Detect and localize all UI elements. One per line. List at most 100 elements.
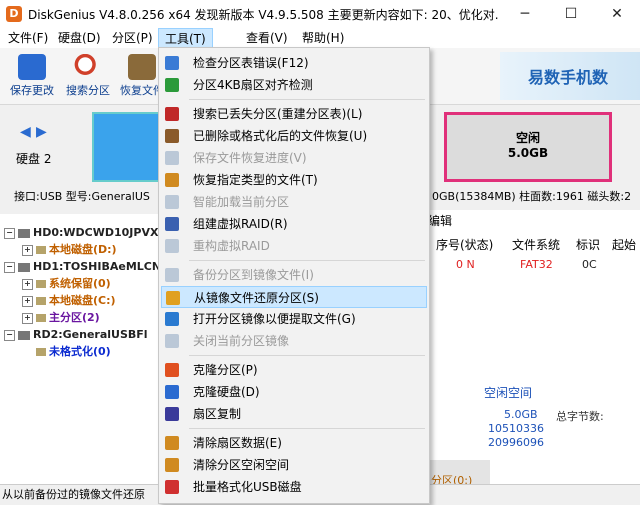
tree-disk-hd1[interactable]: − HD1:TOSHIBAeMLCN	[4, 258, 161, 276]
cell-flag: 0C	[582, 258, 597, 271]
tools-menu-label: 克隆硬盘(D)	[193, 385, 260, 399]
menu-tools[interactable]: 工具(T)	[158, 28, 213, 48]
tools-menu-item-9: 重构虚拟RAID	[161, 235, 427, 257]
menu-separator	[189, 355, 425, 356]
build-raid-icon	[165, 217, 179, 231]
menu-help[interactable]: 帮助(H)	[296, 28, 350, 48]
tools-menu-item-14: 关闭当前分区镜像	[161, 330, 427, 352]
tools-menu-item-22[interactable]: 批量格式化USB磁盘	[161, 476, 427, 498]
tools-menu-item-3[interactable]: 搜索已丢失分区(重建分区表)(L)	[161, 103, 427, 125]
detail-total-bytes-label: 总字节数:	[556, 410, 604, 423]
tools-menu-label: 从镜像文件还原分区(S)	[194, 291, 319, 305]
collapse-icon[interactable]: −	[4, 227, 15, 239]
app-logo-icon: D	[6, 6, 22, 22]
tools-menu-label: 已删除或格式化后的文件恢复(U)	[193, 129, 368, 143]
col-start[interactable]: 起始	[612, 236, 636, 253]
col-filesystem[interactable]: 文件系统	[512, 236, 560, 253]
tools-menu-item-7: 智能加载当前分区	[161, 191, 427, 213]
check-partition-icon	[165, 56, 179, 70]
tools-menu-label: 打开分区镜像以便提取文件(G)	[193, 312, 356, 326]
expand-icon[interactable]: +	[22, 278, 33, 290]
tools-menu-label: 分区4KB扇区对齐检测	[193, 78, 313, 92]
disk-tree: − HD0:WDCWD10JPVX- + 本地磁盘(D:) − HD1:TOSHIBA…	[0, 214, 162, 484]
free-space-block[interactable]: 空闲 5.0GB	[444, 112, 612, 182]
tools-menu-item-13[interactable]: 打开分区镜像以便提取文件(G)	[161, 308, 427, 330]
tools-menu-item-0[interactable]: 检查分区表错误(F12)	[161, 52, 427, 74]
recover-deleted-icon	[165, 129, 179, 143]
tab-edit[interactable]: 编辑	[428, 212, 452, 229]
save-changes-label: 保存更改	[10, 84, 54, 97]
window-title: DiskGenius V4.8.0.256 x64 发现新版本 V4.9.5.5…	[28, 8, 498, 22]
tools-menu-item-6[interactable]: 恢复指定类型的文件(T)	[161, 169, 427, 191]
expand-icon[interactable]: +	[22, 312, 33, 324]
search-lost-partition-icon	[165, 107, 179, 121]
partition-icon	[36, 314, 46, 322]
tree-partition-c[interactable]: + 本地磁盘(C:)	[22, 292, 116, 310]
search-partition-button[interactable]: 搜索分区	[60, 52, 116, 102]
cell-index: 0 N	[456, 258, 475, 271]
tools-menu-item-1[interactable]: 分区4KB扇区对齐检测	[161, 74, 427, 96]
open-image-icon	[165, 312, 179, 326]
tree-disk-rd2[interactable]: − RD2:GeneralUSBFl	[4, 326, 148, 344]
menu-partition[interactable]: 分区(P)	[106, 28, 159, 48]
magnifier-icon	[74, 54, 102, 80]
menu-view[interactable]: 查看(V)	[240, 28, 294, 48]
tools-menu-label: 智能加载当前分区	[193, 195, 290, 209]
minimize-button[interactable]: ─	[502, 0, 548, 28]
save-progress-icon	[165, 151, 179, 165]
clone-disk-icon	[165, 385, 179, 399]
restore-image-icon	[166, 291, 180, 305]
tree-partition-d[interactable]: + 本地磁盘(D:)	[22, 241, 117, 259]
partition-icon	[36, 246, 46, 254]
prev-disk-icon[interactable]: ◀	[20, 124, 31, 140]
tools-menu-item-4[interactable]: 已删除或格式化后的文件恢复(U)	[161, 125, 427, 147]
partition-icon	[36, 297, 46, 305]
menu-bar: 文件(F) 硬盘(D) 分区(P) 工具(T) 查看(V) 帮助(H)	[0, 28, 640, 48]
close-button[interactable]: ✕	[594, 0, 640, 28]
tools-menu-label: 备份分区到镜像文件(I)	[193, 268, 314, 282]
tools-menu-item-17[interactable]: 克隆硬盘(D)	[161, 381, 427, 403]
tools-menu-label: 扇区复制	[193, 407, 242, 421]
close-image-icon	[165, 334, 179, 348]
tools-menu-label: 恢复指定类型的文件(T)	[193, 173, 318, 187]
disk-icon	[18, 228, 30, 238]
expand-icon[interactable]: +	[22, 244, 33, 256]
col-index-status[interactable]: 序号(状态)	[436, 236, 493, 253]
menu-separator	[189, 260, 425, 261]
tools-menu-item-11: 备份分区到镜像文件(I)	[161, 264, 427, 286]
tree-disk-hd0[interactable]: − HD0:WDCWD10JPVX-	[4, 224, 162, 242]
tools-menu-item-21[interactable]: 清除分区空闲空间	[161, 454, 427, 476]
tools-menu-item-20[interactable]: 清除扇区数据(E)	[161, 432, 427, 454]
save-changes-button[interactable]: 保存更改	[4, 52, 60, 102]
tools-dropdown-menu: 检查分区表错误(F12) 分区4KB扇区对齐检测搜索已丢失分区(重建分区表)(L)…	[158, 47, 430, 504]
tools-menu-item-16[interactable]: 克隆分区(P)	[161, 359, 427, 381]
maximize-button[interactable]: ☐	[548, 0, 594, 28]
detail-size: 5.0GB	[504, 408, 538, 421]
sector-copy-icon	[165, 407, 179, 421]
free-space-size: 5.0GB	[507, 146, 549, 160]
tools-menu-label: 批量格式化USB磁盘	[193, 480, 302, 494]
recover-type-icon	[165, 173, 179, 187]
tree-partition-reserved[interactable]: + 系统保留(0)	[22, 275, 111, 293]
tools-menu-label: 检查分区表错误(F12)	[193, 56, 309, 70]
col-flag[interactable]: 标识	[576, 236, 600, 253]
tools-menu-item-12[interactable]: 从镜像文件还原分区(S)	[161, 286, 427, 308]
save-icon	[18, 54, 46, 80]
collapse-icon[interactable]: −	[4, 329, 15, 341]
search-partition-label: 搜索分区	[66, 84, 110, 97]
tree-partition-unformatted[interactable]: 未格式化(0)	[36, 343, 111, 361]
menu-disk[interactable]: 硬盘(D)	[52, 28, 107, 48]
tree-partition-primary[interactable]: + 主分区(2)	[22, 309, 100, 327]
erase-free-space-icon	[165, 458, 179, 472]
detail-value-1: 10510336	[488, 422, 544, 435]
clone-partition-icon	[165, 363, 179, 377]
menu-file[interactable]: 文件(F)	[2, 28, 54, 48]
tools-menu-item-18[interactable]: 扇区复制	[161, 403, 427, 425]
status-text: 从以前备份过的镜像文件还原	[2, 488, 145, 501]
expand-icon[interactable]: +	[22, 295, 33, 307]
next-disk-icon[interactable]: ▶	[36, 124, 47, 140]
collapse-icon[interactable]: −	[4, 261, 15, 273]
tools-menu-item-8[interactable]: 组建虚拟RAID(R)	[161, 213, 427, 235]
align-4kb-icon	[165, 78, 179, 92]
ad-banner-text: 易数手机数	[528, 68, 609, 87]
